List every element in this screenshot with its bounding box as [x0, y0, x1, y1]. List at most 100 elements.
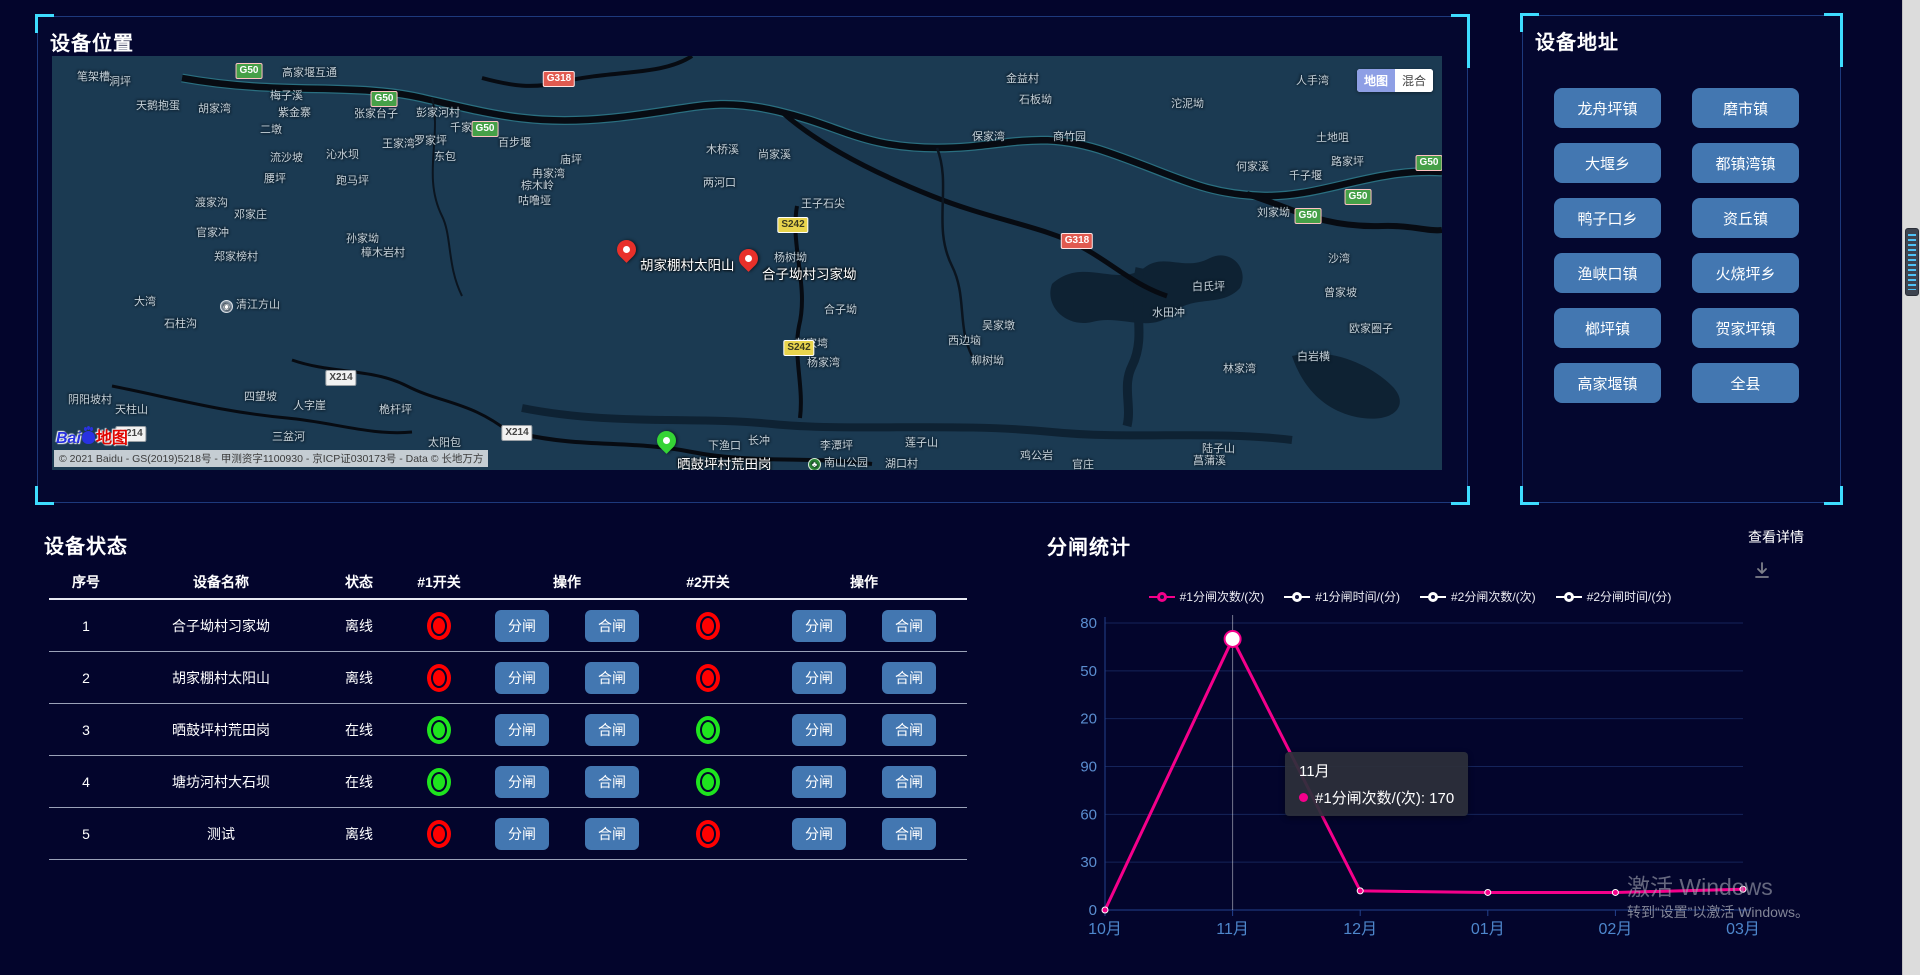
address-button-12[interactable]: 全县: [1692, 363, 1799, 403]
address-button-grid: 龙舟坪镇磨市镇大堰乡都镇湾镇鸭子口乡资丘镇渔峡口镇火烧坪乡榔坪镇贺家坪镇高家堰镇…: [1554, 88, 1799, 403]
open-switch-button[interactable]: 分闸: [495, 818, 549, 850]
map-place-label: 欧家圈子: [1349, 320, 1393, 336]
road-badge: X214: [501, 425, 532, 441]
close-switch-button[interactable]: 合闸: [882, 818, 936, 850]
road-badge: G50: [1416, 155, 1442, 171]
map-place-label: 李潭坪: [820, 437, 853, 453]
column-header: 设备名称: [123, 572, 319, 592]
map-marker-label: 胡家棚村太阳山: [640, 254, 735, 274]
map-place-label: 邓家庄: [234, 206, 267, 222]
map-place-label: 白岩横: [1297, 348, 1330, 364]
map-place-label: 大湾: [134, 293, 156, 309]
road-badge: G318: [543, 71, 575, 87]
corner-decoration: [1520, 486, 1539, 505]
device-status-table: 序号设备名称状态#1开关操作#2开关操作 1合子坳村习家坳离线分闸合闸分闸合闸2…: [49, 566, 967, 860]
close-switch-button[interactable]: 合闸: [585, 766, 639, 798]
device-name: 晒鼓坪村荒田岗: [123, 720, 319, 740]
address-button-7[interactable]: 渔峡口镇: [1554, 253, 1661, 293]
open-switch-button[interactable]: 分闸: [495, 610, 549, 642]
map-place-label: 土地咀: [1316, 129, 1349, 145]
close-switch-button[interactable]: 合闸: [882, 610, 936, 642]
map-place-label: 太阳包: [428, 434, 461, 450]
open-switch-button[interactable]: 分闸: [792, 766, 846, 798]
svg-text:150: 150: [1080, 663, 1097, 680]
close-switch-button[interactable]: 合闸: [882, 662, 936, 694]
map-place-label: 石柱沟: [164, 315, 197, 331]
download-icon[interactable]: [1752, 560, 1772, 585]
open-switch-button[interactable]: 分闸: [495, 766, 549, 798]
map-place-label: 菖蒲溪: [1193, 452, 1226, 468]
map-place-label: 商竹园: [1053, 128, 1086, 144]
open-switch-button[interactable]: 分闸: [792, 818, 846, 850]
open-switch-button[interactable]: 分闸: [792, 610, 846, 642]
tooltip-month: 11月: [1299, 760, 1454, 781]
map-place-label: 百步堰: [498, 134, 531, 150]
page-scrollbar-thumb[interactable]: [1905, 228, 1919, 296]
map-place-label: 胡家湾: [198, 100, 231, 116]
device-name: 胡家棚村太阳山: [123, 668, 319, 688]
map-place-label: 西边垴: [948, 332, 981, 348]
open-switch-button[interactable]: 分闸: [495, 662, 549, 694]
svg-text:01月: 01月: [1471, 921, 1505, 938]
map-place-label: 彭家河村: [416, 104, 460, 120]
address-button-4[interactable]: 都镇湾镇: [1692, 143, 1799, 183]
map-place-label: 腰坪: [264, 170, 286, 186]
map-place-label: 罗家坪: [414, 132, 447, 148]
windows-activation-hint: 转到“设置”以激活 Windows。: [1627, 902, 1809, 922]
map-place-label: 沁水坝: [326, 146, 359, 162]
address-button-2[interactable]: 磨市镇: [1692, 88, 1799, 128]
map-place-label: 王子石尖: [801, 195, 845, 211]
corner-decoration: [1451, 14, 1470, 68]
map-place-label: 官庄: [1072, 456, 1094, 470]
address-button-8[interactable]: 火烧坪乡: [1692, 253, 1799, 293]
switch-indicator-red: [696, 820, 720, 848]
device-location-title: 设备位置: [50, 27, 134, 56]
map-place-label: 人手湾: [1296, 72, 1329, 88]
address-button-1[interactable]: 龙舟坪镇: [1554, 88, 1661, 128]
map-type-switcher: 地图 混合: [1357, 69, 1433, 92]
close-switch-button[interactable]: 合闸: [882, 766, 936, 798]
device-address-panel: 设备地址 龙舟坪镇磨市镇大堰乡都镇湾镇鸭子口乡资丘镇渔峡口镇火烧坪乡榔坪镇贺家坪…: [1522, 15, 1841, 503]
switch-indicator-green: [427, 716, 451, 744]
map-place-label: 棕木岭: [521, 177, 554, 193]
table-row: 1合子坳村习家坳离线分闸合闸分闸合闸: [49, 600, 967, 652]
address-button-11[interactable]: 高家堰镇: [1554, 363, 1661, 403]
close-switch-button[interactable]: 合闸: [585, 610, 639, 642]
row-index: 4: [49, 774, 123, 790]
address-button-3[interactable]: 大堰乡: [1554, 143, 1661, 183]
close-switch-button[interactable]: 合闸: [585, 662, 639, 694]
column-header: 操作: [479, 572, 655, 592]
map-type-hybrid-button[interactable]: 混合: [1395, 69, 1433, 92]
table-row: 2胡家棚村太阳山离线分闸合闸分闸合闸: [49, 652, 967, 704]
address-button-6[interactable]: 资丘镇: [1692, 198, 1799, 238]
baidu-map[interactable]: 笔架槽洞坪天鹅抱蛋胡家湾高家堰互通梅子溪紫金寨二墩流沙坡沁水坝跑马坪腰坪渡家沟邓…: [52, 56, 1442, 470]
map-place-label: 流沙坡: [270, 149, 303, 165]
address-button-10[interactable]: 贺家坪镇: [1692, 308, 1799, 348]
address-button-5[interactable]: 鸭子口乡: [1554, 198, 1661, 238]
svg-text:90: 90: [1080, 759, 1097, 776]
device-name: 测试: [123, 824, 319, 844]
map-type-map-button[interactable]: 地图: [1357, 69, 1395, 92]
map-place-label: 莲子山: [905, 434, 938, 450]
view-details-link[interactable]: 查看详情: [1748, 527, 1804, 547]
open-switch-button[interactable]: 分闸: [792, 662, 846, 694]
svg-text:120: 120: [1080, 711, 1097, 728]
switch-indicator-red: [427, 612, 451, 640]
open-switch-button[interactable]: 分闸: [495, 714, 549, 746]
close-switch-button[interactable]: 合闸: [585, 714, 639, 746]
device-name: 合子坳村习家坳: [123, 616, 319, 636]
map-place-label: 桅杆坪: [379, 401, 412, 417]
close-switch-button[interactable]: 合闸: [882, 714, 936, 746]
baidu-logo: Bai地图: [56, 424, 128, 448]
close-switch-button[interactable]: 合闸: [585, 818, 639, 850]
address-button-9[interactable]: 榔坪镇: [1554, 308, 1661, 348]
map-place-label: ♣南山公园: [808, 454, 868, 470]
windows-activation-watermark: 激活 Windows: [1627, 868, 1773, 902]
open-switch-button[interactable]: 分闸: [792, 714, 846, 746]
page-scrollbar-track[interactable]: [1902, 0, 1920, 975]
map-place-label: 王家湾: [382, 135, 415, 151]
road-badge: S242: [783, 340, 814, 356]
map-place-label: 三盆河: [272, 428, 305, 444]
map-place-label: 路家坪: [1331, 153, 1364, 169]
baidu-paw-icon: [82, 431, 95, 444]
